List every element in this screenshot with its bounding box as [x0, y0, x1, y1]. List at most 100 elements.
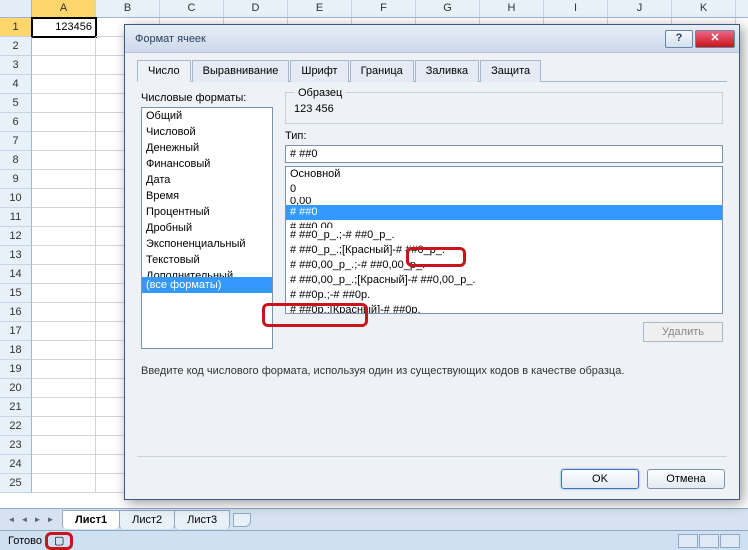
row-header[interactable]: 22	[0, 417, 32, 436]
type-item[interactable]: 0,00	[286, 197, 722, 205]
col-header-E[interactable]: E	[288, 0, 352, 17]
type-input[interactable]	[285, 145, 723, 163]
cell[interactable]	[32, 360, 96, 379]
tab-font[interactable]: Шрифт	[290, 60, 348, 82]
category-item[interactable]: Процентный	[142, 204, 272, 220]
cell[interactable]	[32, 265, 96, 284]
category-item[interactable]: Время	[142, 188, 272, 204]
cell[interactable]	[32, 151, 96, 170]
row-header[interactable]: 2	[0, 37, 32, 56]
row-header[interactable]: 12	[0, 227, 32, 246]
category-item[interactable]: Экспоненциальный	[142, 236, 272, 252]
cell[interactable]	[32, 189, 96, 208]
tab-number[interactable]: Число	[137, 60, 191, 82]
type-item[interactable]: # ##0р.;[Красный]-# ##0р.	[286, 303, 722, 314]
row-header[interactable]: 3	[0, 56, 32, 75]
row-header[interactable]: 24	[0, 455, 32, 474]
row-header[interactable]: 19	[0, 360, 32, 379]
type-format-list[interactable]: Основной00,00# ##0# ##0,00# ##0_р_.;-# #…	[285, 166, 723, 314]
type-item[interactable]: 0	[286, 182, 722, 197]
cell[interactable]	[32, 303, 96, 322]
type-item[interactable]: # ##0,00_р_.;[Красный]-# ##0,00_р_.	[286, 273, 722, 288]
type-item[interactable]: # ##0р.;-# ##0р.	[286, 288, 722, 303]
cell[interactable]	[32, 246, 96, 265]
col-header-H[interactable]: H	[480, 0, 544, 17]
type-item[interactable]: # ##0,00_р_.;-# ##0,00_р_.	[286, 258, 722, 273]
macro-record-icon[interactable]: ▢	[45, 532, 73, 550]
row-header[interactable]: 15	[0, 284, 32, 303]
tab-protection[interactable]: Защита	[480, 60, 541, 82]
tab-fill[interactable]: Заливка	[415, 60, 479, 82]
cell[interactable]	[32, 436, 96, 455]
cell[interactable]	[32, 132, 96, 151]
type-item[interactable]: # ##0_р_.;[Красный]-# ##0_р_.	[286, 243, 722, 258]
col-header-C[interactable]: C	[160, 0, 224, 17]
tab-border[interactable]: Граница	[350, 60, 414, 82]
col-header-I[interactable]: I	[544, 0, 608, 17]
cell[interactable]	[32, 398, 96, 417]
cell[interactable]	[32, 227, 96, 246]
cell[interactable]	[32, 170, 96, 189]
cell[interactable]	[32, 417, 96, 436]
sheet-tab-1[interactable]: Лист1	[62, 510, 120, 529]
cell[interactable]	[32, 322, 96, 341]
cell[interactable]: 123456	[32, 18, 96, 37]
new-sheet-button[interactable]	[233, 513, 251, 527]
format-category-list[interactable]: ОбщийЧисловойДенежныйФинансовыйДатаВремя…	[141, 107, 273, 349]
cell[interactable]	[32, 37, 96, 56]
col-header-J[interactable]: J	[608, 0, 672, 17]
cancel-button[interactable]: Отмена	[647, 469, 725, 489]
dialog-titlebar[interactable]: Формат ячеек ? ✕	[125, 25, 739, 53]
cell[interactable]	[32, 455, 96, 474]
close-button[interactable]: ✕	[695, 30, 735, 48]
sheet-tab-2[interactable]: Лист2	[119, 510, 175, 529]
category-item[interactable]: Текстовый	[142, 252, 272, 268]
row-header[interactable]: 16	[0, 303, 32, 322]
col-header-F[interactable]: F	[352, 0, 416, 17]
sheet-tab-3[interactable]: Лист3	[174, 510, 230, 529]
cell[interactable]	[32, 75, 96, 94]
cell[interactable]	[32, 94, 96, 113]
delete-button[interactable]: Удалить	[643, 322, 723, 342]
col-header-K[interactable]: K	[672, 0, 736, 17]
row-header[interactable]: 23	[0, 436, 32, 455]
cell[interactable]	[32, 208, 96, 227]
col-header-D[interactable]: D	[224, 0, 288, 17]
row-header[interactable]: 21	[0, 398, 32, 417]
cell[interactable]	[32, 474, 96, 493]
category-item[interactable]: (все форматы)	[142, 277, 272, 293]
type-item[interactable]: # ##0	[286, 205, 722, 220]
col-header-B[interactable]: B	[96, 0, 160, 17]
category-item[interactable]: Денежный	[142, 140, 272, 156]
row-header[interactable]: 7	[0, 132, 32, 151]
cell[interactable]	[32, 284, 96, 303]
row-header[interactable]: 9	[0, 170, 32, 189]
row-header[interactable]: 14	[0, 265, 32, 284]
type-item[interactable]: # ##0,00	[286, 220, 722, 228]
cell[interactable]	[32, 341, 96, 360]
help-button[interactable]: ?	[665, 30, 693, 48]
row-header[interactable]: 5	[0, 94, 32, 113]
cell[interactable]	[32, 113, 96, 132]
category-item[interactable]: Дробный	[142, 220, 272, 236]
type-item[interactable]: Основной	[286, 167, 722, 182]
view-switcher[interactable]	[678, 534, 740, 548]
row-header[interactable]: 11	[0, 208, 32, 227]
ok-button[interactable]: OK	[561, 469, 639, 489]
col-header-G[interactable]: G	[416, 0, 480, 17]
type-item[interactable]: # ##0_р_.;-# ##0_р_.	[286, 228, 722, 243]
row-header[interactable]: 6	[0, 113, 32, 132]
category-item[interactable]: Числовой	[142, 124, 272, 140]
row-header[interactable]: 20	[0, 379, 32, 398]
cell[interactable]	[32, 56, 96, 75]
row-header[interactable]: 8	[0, 151, 32, 170]
category-item[interactable]: Финансовый	[142, 156, 272, 172]
row-header[interactable]: 4	[0, 75, 32, 94]
category-item[interactable]: Дополнительный	[142, 268, 272, 277]
category-item[interactable]: Дата	[142, 172, 272, 188]
tab-nav-buttons[interactable]: ◄◄►►	[0, 515, 62, 524]
select-all-corner[interactable]	[0, 0, 32, 17]
row-header[interactable]: 13	[0, 246, 32, 265]
category-item[interactable]: Общий	[142, 108, 272, 124]
row-header[interactable]: 10	[0, 189, 32, 208]
